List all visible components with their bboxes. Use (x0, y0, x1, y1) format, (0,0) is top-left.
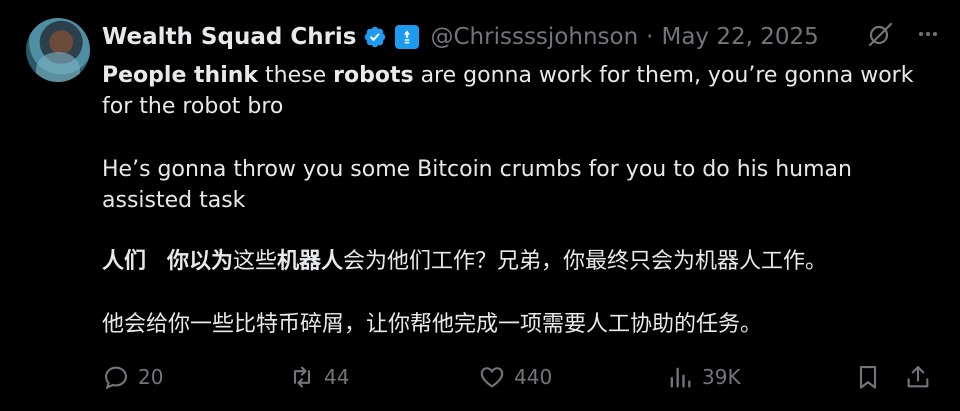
header-separator: · (646, 24, 654, 50)
affiliate-badge-icon[interactable] (394, 25, 419, 49)
bold-phrase: 你以为 (167, 249, 234, 274)
repost-button[interactable]: 44 (288, 363, 349, 391)
repost-icon (293, 366, 311, 388)
reply-icon (105, 366, 127, 390)
author-handle[interactable]: @Chrissssjohnson (431, 24, 639, 50)
header-actions (866, 20, 940, 54)
share-button[interactable] (904, 363, 932, 391)
bold-phrase: robots (333, 63, 414, 88)
tweet-date[interactable]: May 22, 2025 (661, 24, 818, 50)
like-button[interactable]: 440 (478, 363, 552, 391)
views-button[interactable]: 39K (666, 363, 741, 391)
repost-count: 44 (324, 365, 350, 389)
bold-phrase: People think (102, 63, 259, 88)
action-bar: 20 44 440 39K (102, 361, 940, 393)
avatar[interactable] (26, 18, 90, 82)
views-icon (670, 367, 691, 388)
chinese-paragraph-2: 他会给你一些比特币碎屑，让你帮他完成一项需要人工协助的任务。 (102, 312, 763, 337)
text-run: 这些 (233, 249, 278, 274)
text-run (146, 249, 167, 274)
text-run: 会为他们工作？兄弟，你最终只会为机器人工作。 (343, 249, 828, 274)
reply-button[interactable]: 20 (102, 363, 163, 391)
share-icon (907, 366, 929, 388)
chinese-paragraph-1: 人们 你以为这些机器人会为他们工作？兄弟，你最终只会为机器人工作。 (102, 246, 942, 277)
grok-icon[interactable] (866, 20, 894, 54)
reply-count: 20 (138, 365, 164, 389)
bookmark-icon (859, 366, 877, 389)
more-icon[interactable] (916, 22, 940, 52)
bold-phrase: 人们 (102, 249, 147, 274)
text-run: these (258, 63, 334, 88)
view-count: 39K (702, 365, 741, 389)
verified-badge-icon (363, 25, 387, 49)
english-paragraph-1: People think these robots are gonna work… (102, 60, 942, 122)
bold-phrase: 机器人 (277, 249, 344, 274)
tweet-header: Wealth Squad Chris @Chrissssjohnson · Ma… (102, 20, 940, 54)
heart-icon (480, 367, 504, 388)
like-count: 440 (514, 365, 553, 389)
author-name[interactable]: Wealth Squad Chris (102, 24, 357, 50)
bookmark-button[interactable] (854, 363, 882, 391)
english-paragraph-2: He’s gonna throw you some Bitcoin crumbs… (102, 157, 852, 213)
tweet-text: People think these robots are gonna work… (102, 60, 942, 340)
